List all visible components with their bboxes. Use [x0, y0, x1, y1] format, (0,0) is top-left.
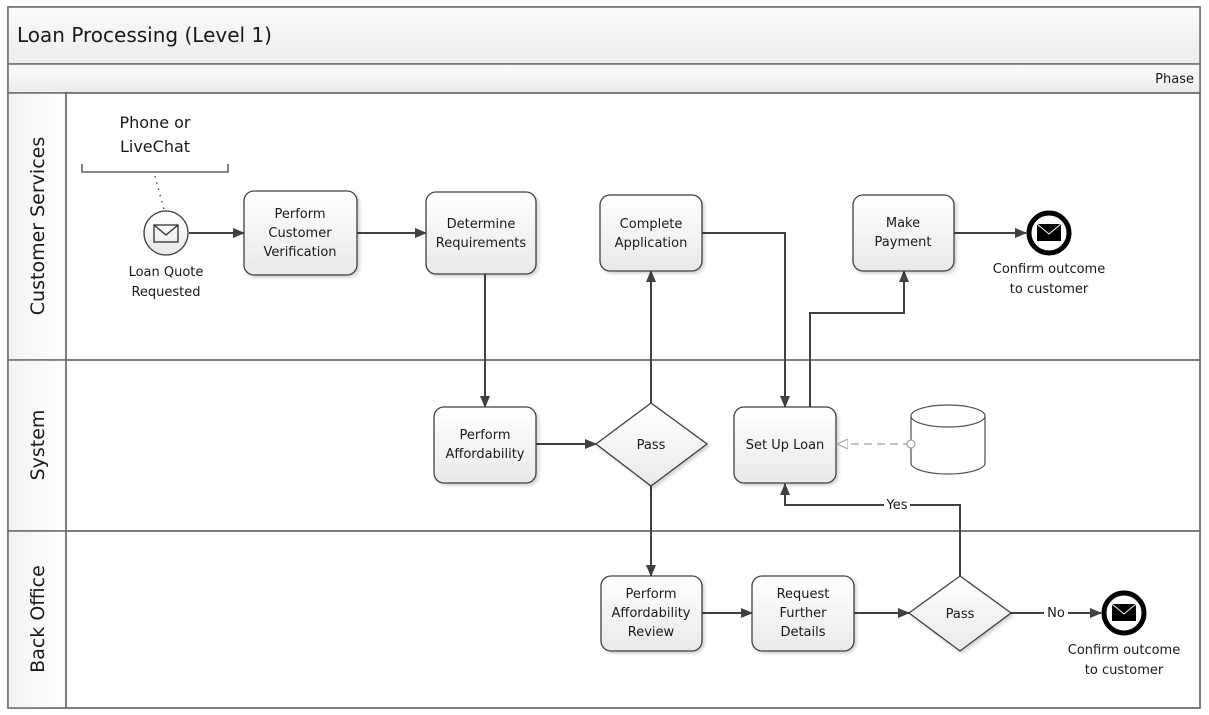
- task-box: [425, 191, 537, 275]
- flow-label-yes: Yes: [886, 498, 908, 513]
- gateway-label: Pass: [637, 438, 666, 453]
- task-label: Perform: [625, 587, 676, 602]
- page-title: Loan Processing (Level 1): [17, 23, 272, 47]
- association-origin: [906, 439, 916, 449]
- task-label: Review: [628, 625, 675, 640]
- process-diagram: Loan Processing (Level 1) Phase Customer…: [7, 6, 1201, 709]
- task-request-further-details[interactable]: Request Further Details: [751, 575, 855, 652]
- task-make-payment[interactable]: Make Payment: [852, 194, 955, 272]
- flow-label-no: No: [1047, 606, 1065, 621]
- task-label: Application: [615, 236, 688, 251]
- event-label: to customer: [1010, 282, 1089, 297]
- start-event-circle: [143, 210, 189, 256]
- task-box: [599, 194, 703, 272]
- event-label: to customer: [1085, 663, 1164, 678]
- task-determine-requirements[interactable]: Determine Requirements: [425, 191, 537, 275]
- envelope-filled-icon: [1111, 603, 1137, 621]
- task-perform-affordability[interactable]: Perform Affordability: [433, 406, 537, 484]
- database-icon: [910, 404, 986, 475]
- task-label: Perform: [459, 428, 510, 443]
- gateway-label: Pass: [946, 607, 975, 622]
- phase-band: [7, 63, 1201, 94]
- annotation-line: Phone or: [119, 113, 190, 132]
- task-label: Payment: [875, 235, 932, 250]
- event-label: Confirm outcome: [993, 262, 1105, 277]
- task-set-up-loan[interactable]: Set Up Loan: [733, 406, 837, 484]
- task-label: Details: [780, 625, 825, 640]
- task-box: [852, 194, 955, 272]
- task-label: Further: [779, 606, 827, 621]
- task-label: Request: [777, 587, 830, 602]
- task-label: Requirements: [436, 236, 527, 251]
- task-label: Complete: [620, 217, 683, 232]
- phase-label: Phase: [1155, 72, 1194, 87]
- task-label: Verification: [263, 245, 336, 260]
- task-label: Make: [886, 216, 920, 231]
- task-perform-customer-verification[interactable]: Perform Customer Verification: [243, 190, 358, 276]
- envelope-filled-icon: [1036, 223, 1062, 241]
- event-label: Confirm outcome: [1068, 643, 1180, 658]
- lane-label: Back Office: [27, 565, 49, 673]
- task-label: Perform: [274, 207, 325, 222]
- lane-label: System: [27, 410, 49, 481]
- task-label: Set Up Loan: [746, 438, 825, 453]
- event-label: Requested: [131, 285, 200, 300]
- task-label: Customer: [268, 226, 332, 241]
- event-label: Loan Quote: [129, 265, 204, 280]
- task-label: Determine: [447, 217, 516, 232]
- annotation-line: LiveChat: [120, 137, 190, 156]
- task-label: Affordability: [611, 606, 690, 621]
- task-perform-affordability-review[interactable]: Perform Affordability Review: [600, 575, 703, 652]
- lane-label: Customer Services: [27, 137, 49, 315]
- task-complete-application[interactable]: Complete Application: [599, 194, 703, 272]
- task-label: Affordability: [445, 447, 524, 462]
- task-box: [433, 406, 537, 484]
